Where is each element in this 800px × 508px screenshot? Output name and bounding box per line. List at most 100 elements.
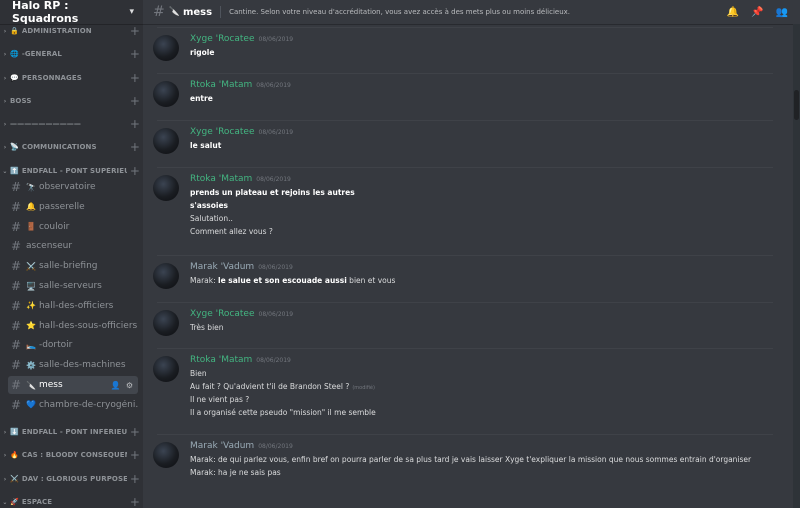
- author-name[interactable]: Marak 'Vadum: [190, 262, 254, 272]
- plus-icon[interactable]: +: [127, 24, 143, 38]
- avatar[interactable]: [153, 81, 179, 107]
- plus-icon[interactable]: +: [127, 164, 143, 178]
- category-label: BOSS: [10, 97, 32, 105]
- avatar[interactable]: [153, 128, 179, 154]
- category-header[interactable]: › 🌐 -GÉNÉRAL +: [0, 47, 143, 61]
- plus-icon[interactable]: +: [127, 47, 143, 61]
- avatar[interactable]: [153, 175, 179, 201]
- message-line: Il ne vient pas ?: [190, 395, 249, 404]
- chevron-right-icon[interactable]: ›: [0, 28, 10, 35]
- scrollbar-thumb[interactable]: [794, 90, 799, 120]
- chevron-down-icon[interactable]: ⌄: [0, 168, 10, 175]
- channel-item[interactable]: # 🔭 observatoire: [8, 178, 138, 196]
- category-icon: 🔒: [10, 27, 19, 35]
- channel-label: mess: [38, 380, 63, 390]
- channel-item[interactable]: # ⚔️ salle-briefing: [8, 257, 138, 275]
- plus-icon[interactable]: +: [127, 448, 143, 462]
- channel-item[interactable]: # ⭐ hall-des-sous-officiers: [8, 317, 138, 335]
- chevron-down-icon[interactable]: ▾: [129, 7, 134, 17]
- avatar[interactable]: [153, 310, 179, 336]
- chevron-right-icon[interactable]: ›: [0, 476, 10, 483]
- author-name[interactable]: Xyge 'Rocatee: [190, 127, 255, 137]
- chevron-down-icon[interactable]: ⌄: [0, 499, 10, 506]
- plus-icon[interactable]: +: [127, 495, 143, 508]
- chevron-right-icon[interactable]: ›: [0, 75, 10, 82]
- category-icon: 🔥: [10, 451, 19, 459]
- author-name[interactable]: Rtoka 'Matam: [190, 174, 252, 184]
- channel-item[interactable]: # 🛌 -dortoir: [8, 336, 138, 354]
- members-icon[interactable]: 👥: [776, 7, 788, 18]
- message-text: Marak: de qui parlez vous, enfin bref on…: [190, 455, 752, 464]
- author-name[interactable]: Xyge 'Rocatee: [190, 309, 255, 319]
- chevron-right-icon[interactable]: ›: [0, 429, 10, 436]
- chevron-right-icon[interactable]: ›: [0, 452, 10, 459]
- invite-icon[interactable]: 👤: [111, 381, 121, 390]
- category-header[interactable]: ›🔥CAS : BLOODY CONSEQUENCES+: [0, 448, 143, 462]
- channel-label: ascenseur: [26, 241, 73, 252]
- chevron-right-icon[interactable]: ›: [0, 51, 10, 58]
- category-header[interactable]: › 💬 PERSONNAGES +: [0, 71, 143, 85]
- channel-item[interactable]: # 🔪 mess 👤 ⚙: [8, 376, 138, 394]
- plus-icon[interactable]: +: [127, 472, 143, 486]
- header-divider: [220, 6, 222, 18]
- message-text: Il ne vient pas ?: [190, 395, 250, 404]
- category-header[interactable]: › ⚔️ DAV : GLORIOUS PURPOSE +: [0, 472, 143, 486]
- chevron-right-icon[interactable]: ›: [0, 121, 10, 128]
- author-name[interactable]: Rtoka 'Matam: [190, 80, 252, 90]
- bold-text: prends un plateau et rejoins les autres: [190, 188, 355, 197]
- bell-icon[interactable]: 🔔: [727, 7, 739, 18]
- message-divider: [157, 348, 773, 349]
- avatar[interactable]: [153, 356, 179, 382]
- plus-icon[interactable]: +: [127, 94, 143, 108]
- plus-icon[interactable]: +: [127, 425, 143, 439]
- message-line: Au fait ? Qu'advient t'il de Brandon Ste…: [190, 382, 375, 391]
- message-divider: [157, 302, 773, 303]
- category-header[interactable]: › BOSS +: [0, 94, 143, 108]
- server-header[interactable]: Halo RP : Squadrons ▾: [0, 0, 143, 25]
- timestamp: 08/06/2019: [258, 129, 294, 136]
- channel-item[interactable]: # 🚪 couloir: [8, 218, 138, 236]
- chevron-right-icon[interactable]: ›: [0, 98, 10, 105]
- plus-icon[interactable]: +: [127, 117, 143, 131]
- message-line: prends un plateau et rejoins les autres: [190, 188, 355, 197]
- channel-item[interactable]: # 🖥️ salle-serveurs: [8, 277, 138, 295]
- channel-item[interactable]: # ascenseur: [8, 237, 138, 255]
- hash-icon: #: [153, 4, 165, 20]
- avatar[interactable]: [153, 35, 179, 61]
- category-header[interactable]: ⌄ 🚀 ESPACE +: [0, 495, 143, 508]
- plus-icon[interactable]: +: [127, 140, 143, 154]
- author-name[interactable]: Xyge 'Rocatee: [190, 34, 255, 44]
- plus-icon[interactable]: +: [127, 71, 143, 85]
- channel-emoji-icon: 🚪: [26, 222, 36, 232]
- channel-emoji-icon: 🛌: [26, 340, 36, 350]
- channel-item[interactable]: # 🔔 passerelle: [8, 198, 138, 216]
- channel-item[interactable]: # ✨ hall-des-officiers: [8, 297, 138, 315]
- chevron-right-icon[interactable]: ›: [0, 144, 10, 151]
- gear-icon[interactable]: ⚙: [126, 381, 133, 390]
- pin-icon[interactable]: 📌: [751, 7, 763, 18]
- message-line: entre: [190, 94, 213, 103]
- category-icon: 💬: [10, 74, 19, 82]
- channel-topic[interactable]: Cantine. Selon votre niveau d'accréditat…: [229, 8, 727, 16]
- channel-label: salle-des-machines: [38, 360, 126, 371]
- author-name[interactable]: Rtoka 'Matam: [190, 355, 252, 365]
- message-line: Marak: de qui parlez vous, enfin bref on…: [190, 455, 751, 464]
- channel-item[interactable]: # 💙 chambre-de-cryogéni...: [8, 396, 138, 414]
- hash-icon: #: [10, 180, 22, 194]
- hash-icon: #: [10, 397, 22, 412]
- message-header: Xyge 'Rocatee 08/06/2019: [190, 127, 293, 137]
- message-line: Salutation..: [190, 214, 233, 223]
- message-group: Xyge 'Rocatee 08/06/2019 Très bien: [143, 302, 783, 347]
- category-header[interactable]: › ⬇️ ENDFALL - PONT INFÉRIEUR +: [0, 425, 143, 439]
- category-label: ADMINISTRATION: [21, 27, 92, 35]
- category-header[interactable]: ⌄ ⬆️ ENDFALL - PONT SUPÉRIEUR +: [0, 164, 143, 178]
- category-header[interactable]: › 🔒 ADMINISTRATION +: [0, 24, 143, 38]
- avatar[interactable]: [153, 442, 179, 468]
- author-name[interactable]: Marak 'Vadum: [190, 441, 254, 451]
- category-header[interactable]: › —————————— +: [0, 117, 143, 131]
- channel-item[interactable]: # ⚙️ salle-des-machines: [8, 356, 138, 374]
- category-header[interactable]: › 📡 COMMUNICATIONS +: [0, 140, 143, 154]
- channel-label: chambre-de-cryogéni...: [38, 399, 138, 410]
- scrollbar[interactable]: [793, 24, 800, 508]
- avatar[interactable]: [153, 263, 179, 289]
